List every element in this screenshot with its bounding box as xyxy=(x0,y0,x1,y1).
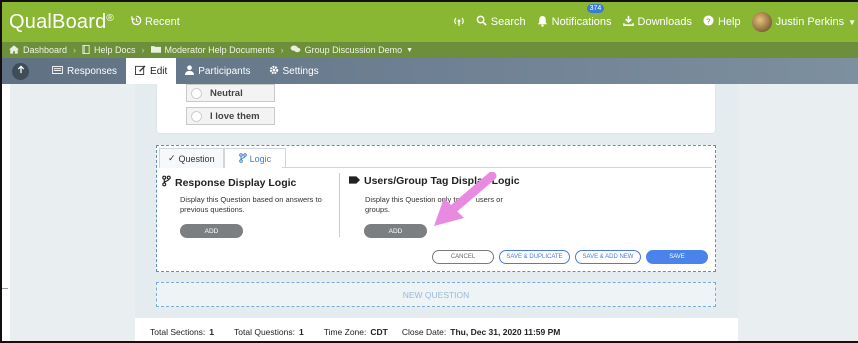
tab-responses[interactable]: Responses xyxy=(43,58,126,84)
save-button[interactable]: SAVE xyxy=(646,250,708,264)
breadcrumb: Dashboard › Help Docs › Moderator Help D… xyxy=(2,42,858,58)
help-button[interactable]: ? Help xyxy=(703,15,741,29)
tab-participants[interactable]: Participants xyxy=(176,58,259,84)
check-icon: ✓ xyxy=(168,153,176,163)
chevron-down-icon[interactable]: ▼ xyxy=(406,47,413,54)
tab-logic[interactable]: Logic xyxy=(223,148,287,168)
antenna-button[interactable] xyxy=(453,15,465,30)
history-icon xyxy=(131,15,142,29)
top-right-nav: Search Notifications 374 Downloads ? Hel xyxy=(453,2,858,42)
breadcrumb-moderator-docs[interactable]: Moderator Help Documents xyxy=(165,45,275,55)
book-icon xyxy=(82,44,90,56)
save-add-new-button[interactable]: SAVE & ADD NEW xyxy=(575,250,641,264)
folder-icon xyxy=(150,45,161,55)
divider xyxy=(2,288,8,289)
notifications-button[interactable]: Notifications 374 xyxy=(537,3,612,30)
recent-button[interactable]: Recent xyxy=(131,15,180,29)
responses-icon xyxy=(52,65,63,77)
top-bar: QualBoard® Recent Search Notifications 3… xyxy=(2,2,858,42)
avatar xyxy=(751,12,772,32)
bell-icon xyxy=(537,15,548,30)
add-tag-logic-button[interactable]: ADD xyxy=(364,224,427,238)
user-menu[interactable]: Justin Perkins ▼ xyxy=(751,12,856,32)
back-icon xyxy=(17,65,25,77)
section-divider xyxy=(339,173,340,237)
option-i-love-them[interactable]: I love them xyxy=(186,107,275,125)
notification-count-badge: 374 xyxy=(586,3,605,13)
radio-button[interactable] xyxy=(191,110,202,122)
breadcrumb-separator: › xyxy=(141,45,145,55)
total-sections: Total Sections: 1 xyxy=(150,326,215,337)
download-icon xyxy=(622,15,634,29)
chevron-down-icon: ▼ xyxy=(848,17,856,27)
tab-question[interactable]: ✓ Question xyxy=(159,148,224,168)
breadcrumb-separator: › xyxy=(280,45,284,55)
breadcrumb-separator: › xyxy=(73,45,77,55)
total-questions: Total Questions: 1 xyxy=(234,326,304,337)
branch-icon xyxy=(162,175,171,190)
breadcrumb-help-docs[interactable]: Help Docs xyxy=(94,45,136,55)
option-neutral[interactable]: Neutral xyxy=(186,84,275,102)
response-logic-title: Response Display Logic xyxy=(162,175,296,190)
close-date: Close Date: Thu, Dec 31, 2020 11:59 PM xyxy=(401,326,561,337)
tab-divider xyxy=(282,167,712,168)
breadcrumb-group-discussion[interactable]: Group Discussion Demo xyxy=(305,45,403,55)
help-icon: ? xyxy=(703,15,714,29)
user-icon xyxy=(185,64,195,78)
radio-button[interactable] xyxy=(191,87,202,99)
antenna-icon xyxy=(453,15,465,30)
tag-icon xyxy=(349,175,360,187)
app-logo[interactable]: QualBoard® xyxy=(9,11,114,34)
gear-icon xyxy=(269,65,279,78)
cancel-button[interactable]: CANCEL xyxy=(432,250,494,264)
breadcrumb-dashboard[interactable]: Dashboard xyxy=(23,45,67,55)
logic-tabs: ✓ Question Logic xyxy=(159,148,287,168)
survey-summary-bar: Total Sections: 1 Total Questions: 1 Time … xyxy=(135,318,738,341)
new-question-button[interactable]: NEW QUESTION xyxy=(156,282,716,307)
response-logic-description: Display this Question based on answers t… xyxy=(180,195,322,214)
chat-icon xyxy=(290,45,301,55)
home-icon xyxy=(9,44,19,56)
left-gutter xyxy=(2,84,10,341)
app-window: QualBoard® Recent Search Notifications 3… xyxy=(0,0,858,343)
edit-icon xyxy=(135,64,146,78)
search-button[interactable]: Search xyxy=(476,15,526,29)
svg-text:?: ? xyxy=(706,16,711,25)
back-button[interactable] xyxy=(12,62,29,80)
add-response-logic-button[interactable]: ADD xyxy=(180,224,243,238)
annotation-arrow xyxy=(434,172,497,226)
tab-settings[interactable]: Settings xyxy=(260,58,328,84)
time-zone: Time Zone: CDT xyxy=(323,326,388,337)
branch-icon xyxy=(238,152,247,165)
search-icon xyxy=(476,15,487,29)
tab-edit[interactable]: Edit xyxy=(126,58,177,84)
tab-bar: Responses Edit Participants Settings xyxy=(2,58,858,84)
downloads-button[interactable]: Downloads xyxy=(622,15,692,29)
save-duplicate-button[interactable]: SAVE & DUPLICATE xyxy=(499,250,570,264)
